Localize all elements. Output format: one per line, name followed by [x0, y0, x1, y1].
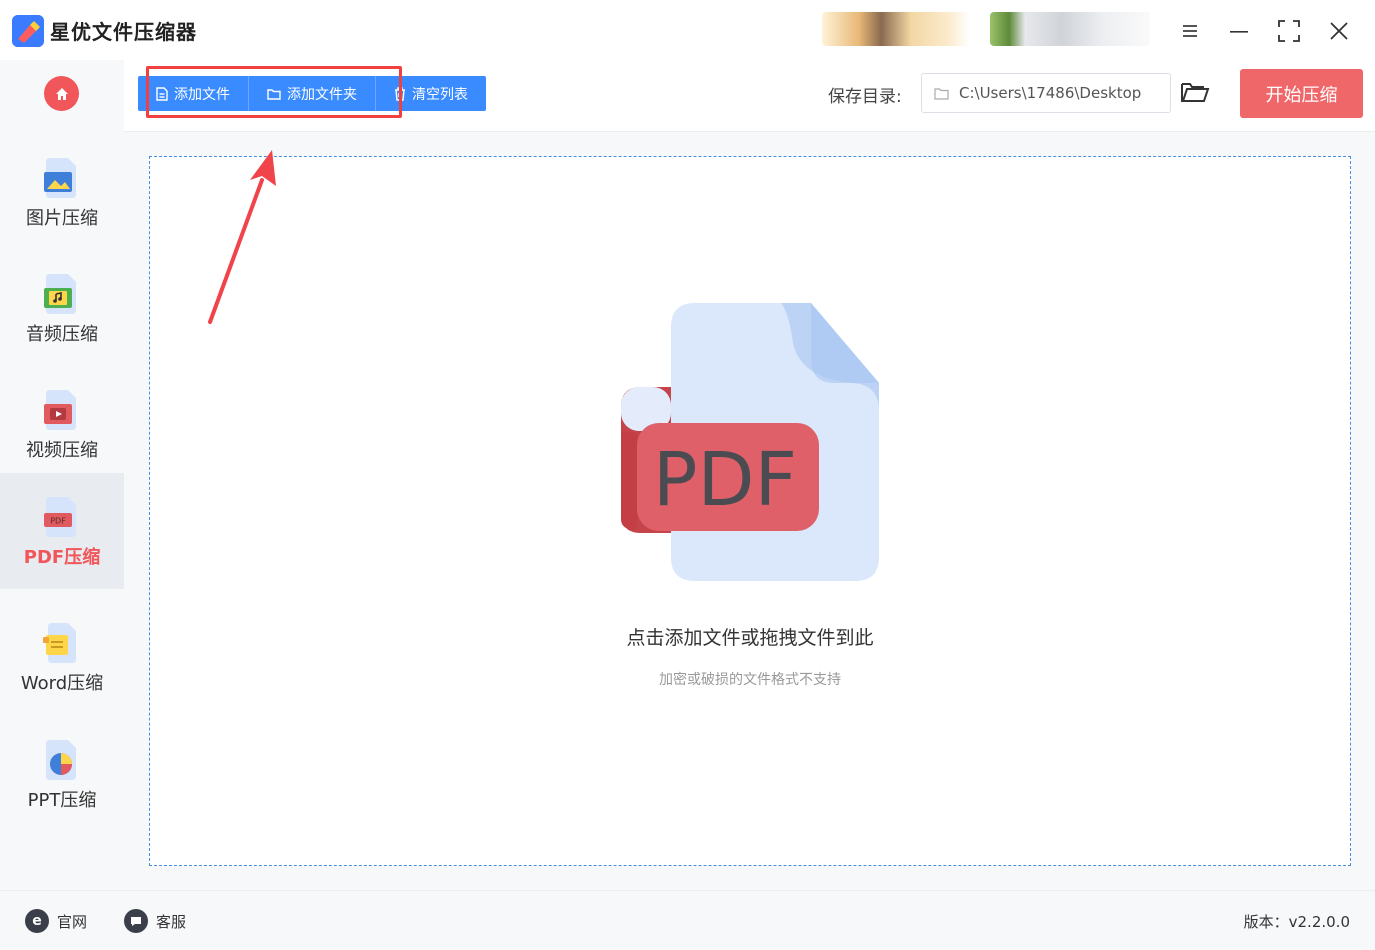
- support-link[interactable]: 客服: [124, 909, 186, 933]
- drop-zone-hint: 加密或破损的文件格式不支持: [659, 672, 841, 688]
- drop-zone-title: 点击添加文件或拖拽文件到此: [626, 627, 874, 649]
- close-icon[interactable]: [1322, 14, 1356, 48]
- add-file-button[interactable]: 添加文件: [138, 76, 249, 111]
- save-directory-value: C:\Users\17486\Desktop: [959, 84, 1142, 102]
- sidebar-item-label: 图片压缩: [26, 208, 98, 229]
- home-icon: [55, 87, 68, 100]
- sidebar-item-ppt[interactable]: PPT压缩: [0, 716, 124, 832]
- sidebar-item-label: PDF压缩: [23, 547, 101, 568]
- clear-list-label: 清空列表: [412, 86, 468, 103]
- ppt-file-icon: [46, 740, 76, 780]
- trash-icon: [395, 86, 405, 101]
- file-action-group: 添加文件 添加文件夹 清空列表: [138, 76, 486, 111]
- document-icon: [156, 86, 168, 101]
- sidebar-item-image[interactable]: 图片压缩: [0, 134, 124, 250]
- clear-list-button[interactable]: 清空列表: [376, 76, 486, 111]
- file-drop-zone[interactable]: PDF 点击添加文件或拖拽文件到此 加密或破损的文件格式不支持: [149, 156, 1351, 866]
- support-label: 客服: [156, 912, 187, 931]
- menu-icon[interactable]: [1174, 14, 1208, 48]
- blurred-user-avatar: [822, 12, 970, 46]
- sidebar-item-label: PPT压缩: [27, 790, 97, 811]
- chat-bubble-icon: [124, 909, 148, 933]
- blurred-user-info: [990, 12, 1150, 46]
- toolbar: 添加文件 添加文件夹 清空列表 保存目录: C:\Users\17486\Des…: [124, 60, 1375, 132]
- minimize-icon[interactable]: [1222, 14, 1256, 48]
- save-directory-field[interactable]: C:\Users\17486\Desktop: [921, 73, 1171, 113]
- add-file-label: 添加文件: [174, 86, 230, 103]
- sidebar-item-label: 视频压缩: [26, 440, 98, 461]
- browse-folder-icon[interactable]: [1180, 79, 1210, 107]
- pdf-document-icon: PDF: [621, 303, 879, 581]
- sidebar-item-label: Word压缩: [20, 673, 104, 694]
- app-logo-icon: [12, 15, 44, 47]
- app-title: 星优文件压缩器: [50, 20, 197, 44]
- sidebar-item-word[interactable]: Word压缩: [0, 599, 124, 715]
- pdf-graphic-text: PDF: [653, 437, 797, 523]
- folder-icon: [934, 87, 949, 100]
- home-button[interactable]: [44, 76, 79, 111]
- folder-icon: [267, 88, 281, 100]
- video-file-icon: [44, 390, 76, 430]
- sidebar: 图片压缩 音频压缩 视频压缩 PDF PDF压缩 Word压缩 PPT压缩: [0, 60, 124, 890]
- maximize-icon[interactable]: [1272, 14, 1306, 48]
- audio-file-icon: [44, 274, 76, 314]
- footer: e 官网 客服 版本：v2.2.0.0: [0, 890, 1375, 950]
- word-file-icon: [43, 623, 76, 663]
- save-directory-label: 保存目录:: [828, 87, 902, 107]
- image-file-icon: [44, 158, 76, 198]
- start-compress-button[interactable]: 开始压缩: [1240, 69, 1363, 118]
- add-folder-label: 添加文件夹: [287, 86, 357, 103]
- title-bar: 星优文件压缩器: [0, 0, 1375, 60]
- add-folder-button[interactable]: 添加文件夹: [249, 76, 376, 111]
- website-link[interactable]: e 官网: [25, 909, 87, 933]
- sidebar-item-pdf[interactable]: PDF PDF压缩: [0, 473, 124, 589]
- main-area: PDF 点击添加文件或拖拽文件到此 加密或破损的文件格式不支持: [124, 132, 1375, 890]
- website-label: 官网: [57, 912, 88, 931]
- sidebar-item-label: 音频压缩: [26, 324, 98, 345]
- version-label: 版本：v2.2.0.0: [1243, 913, 1350, 931]
- sidebar-item-audio[interactable]: 音频压缩: [0, 250, 124, 366]
- svg-text:PDF: PDF: [50, 517, 66, 526]
- sidebar-item-video[interactable]: 视频压缩: [0, 366, 124, 482]
- pdf-file-icon: PDF: [44, 497, 76, 537]
- browser-icon: e: [25, 909, 49, 933]
